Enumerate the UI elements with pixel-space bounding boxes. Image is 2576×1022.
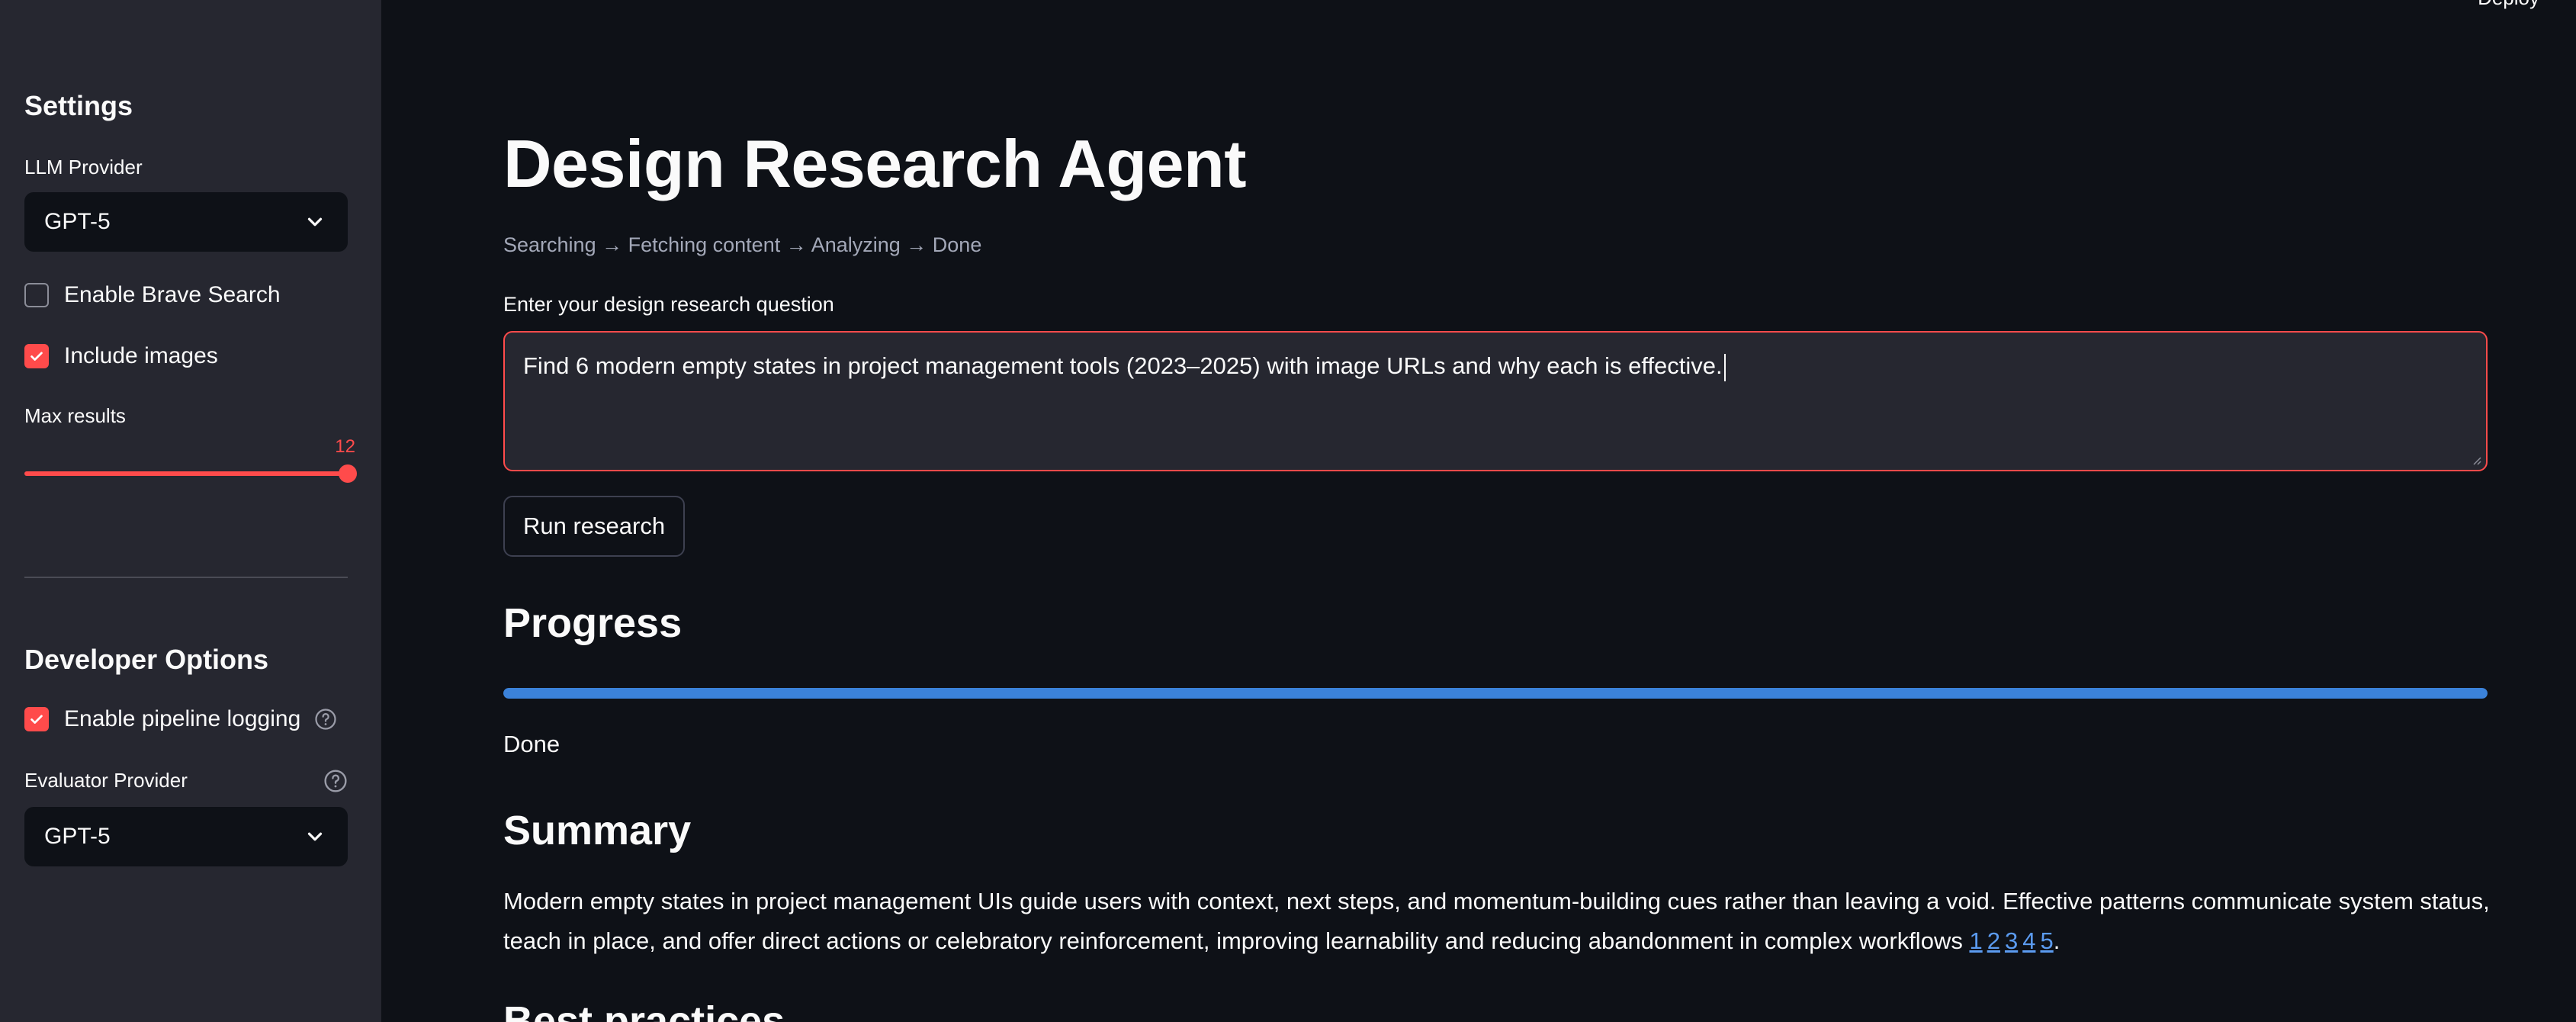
chevron-down-icon [307, 832, 323, 841]
sidebar-divider [24, 577, 348, 578]
citation-link[interactable]: 3 [2005, 927, 2018, 954]
help-circle-icon[interactable] [323, 769, 348, 793]
max-results-label: Max results [24, 404, 126, 427]
run-research-button[interactable]: Run research [503, 496, 686, 557]
sidebar: Settings LLM Provider GPT-5 Enable Brave… [0, 0, 381, 1022]
question-label: Enter your design research question [503, 293, 834, 316]
max-results-slider[interactable]: 12 [24, 436, 357, 490]
checkbox-empty-icon[interactable] [24, 283, 49, 307]
page-title: Design Research Agent [503, 126, 1247, 201]
progress-bar-fill [503, 688, 2488, 699]
resize-grip-icon[interactable] [2469, 453, 2481, 465]
evaluator-provider-value: GPT-5 [44, 824, 111, 849]
checkbox-checked-icon[interactable] [24, 707, 49, 731]
progress-status: Done [503, 731, 560, 757]
evaluator-provider-label: Evaluator Provider [24, 769, 188, 792]
max-results-value: 12 [335, 436, 355, 457]
best-practices-heading: Best practices [503, 998, 785, 1022]
evaluator-provider-select[interactable]: GPT-5 [24, 807, 348, 866]
pipeline-steps-caption: Searching → Fetching content → Analyzing… [503, 233, 982, 256]
summary-paragraph: Modern empty states in project managemen… [503, 882, 2494, 961]
settings-heading: Settings [24, 90, 133, 121]
app-window: Settings LLM Provider GPT-5 Enable Brave… [0, 0, 2576, 1022]
summary-text: Modern empty states in project managemen… [503, 888, 2490, 954]
slider-fill [24, 471, 348, 476]
main-content: Deploy Design Research Agent Searching →… [381, 0, 2576, 1022]
text-caret [1723, 353, 1726, 381]
llm-provider-label: LLM Provider [24, 156, 143, 178]
llm-provider-value: GPT-5 [44, 209, 111, 234]
citation-link[interactable]: 2 [1987, 927, 2000, 954]
progress-bar [503, 688, 2488, 699]
include-images-checkbox[interactable]: Include images [24, 343, 218, 369]
slider-thumb[interactable] [339, 464, 357, 483]
pipeline-logging-checkbox[interactable]: Enable pipeline logging [24, 706, 337, 732]
question-text: Find 6 modern empty states in project ma… [523, 352, 1723, 379]
help-circle-icon[interactable] [314, 708, 337, 731]
citation-link[interactable]: 4 [2022, 927, 2035, 954]
brave-search-label: Enable Brave Search [64, 282, 281, 307]
developer-options-heading: Developer Options [24, 644, 269, 675]
citation-link[interactable]: 1 [1969, 927, 1982, 954]
summary-end: . [2053, 927, 2060, 954]
slider-track[interactable] [24, 464, 357, 483]
pipeline-logging-label: Enable pipeline logging [64, 706, 301, 731]
include-images-label: Include images [64, 343, 218, 368]
llm-provider-select[interactable]: GPT-5 [24, 192, 348, 252]
summary-heading: Summary [503, 808, 692, 853]
checkbox-checked-icon[interactable] [24, 344, 49, 368]
chevron-down-icon [307, 217, 323, 227]
brave-search-checkbox[interactable]: Enable Brave Search [24, 282, 281, 308]
progress-heading: Progress [503, 600, 683, 646]
question-textarea[interactable]: Find 6 modern empty states in project ma… [503, 331, 2488, 471]
citation-link[interactable]: 5 [2040, 927, 2053, 954]
